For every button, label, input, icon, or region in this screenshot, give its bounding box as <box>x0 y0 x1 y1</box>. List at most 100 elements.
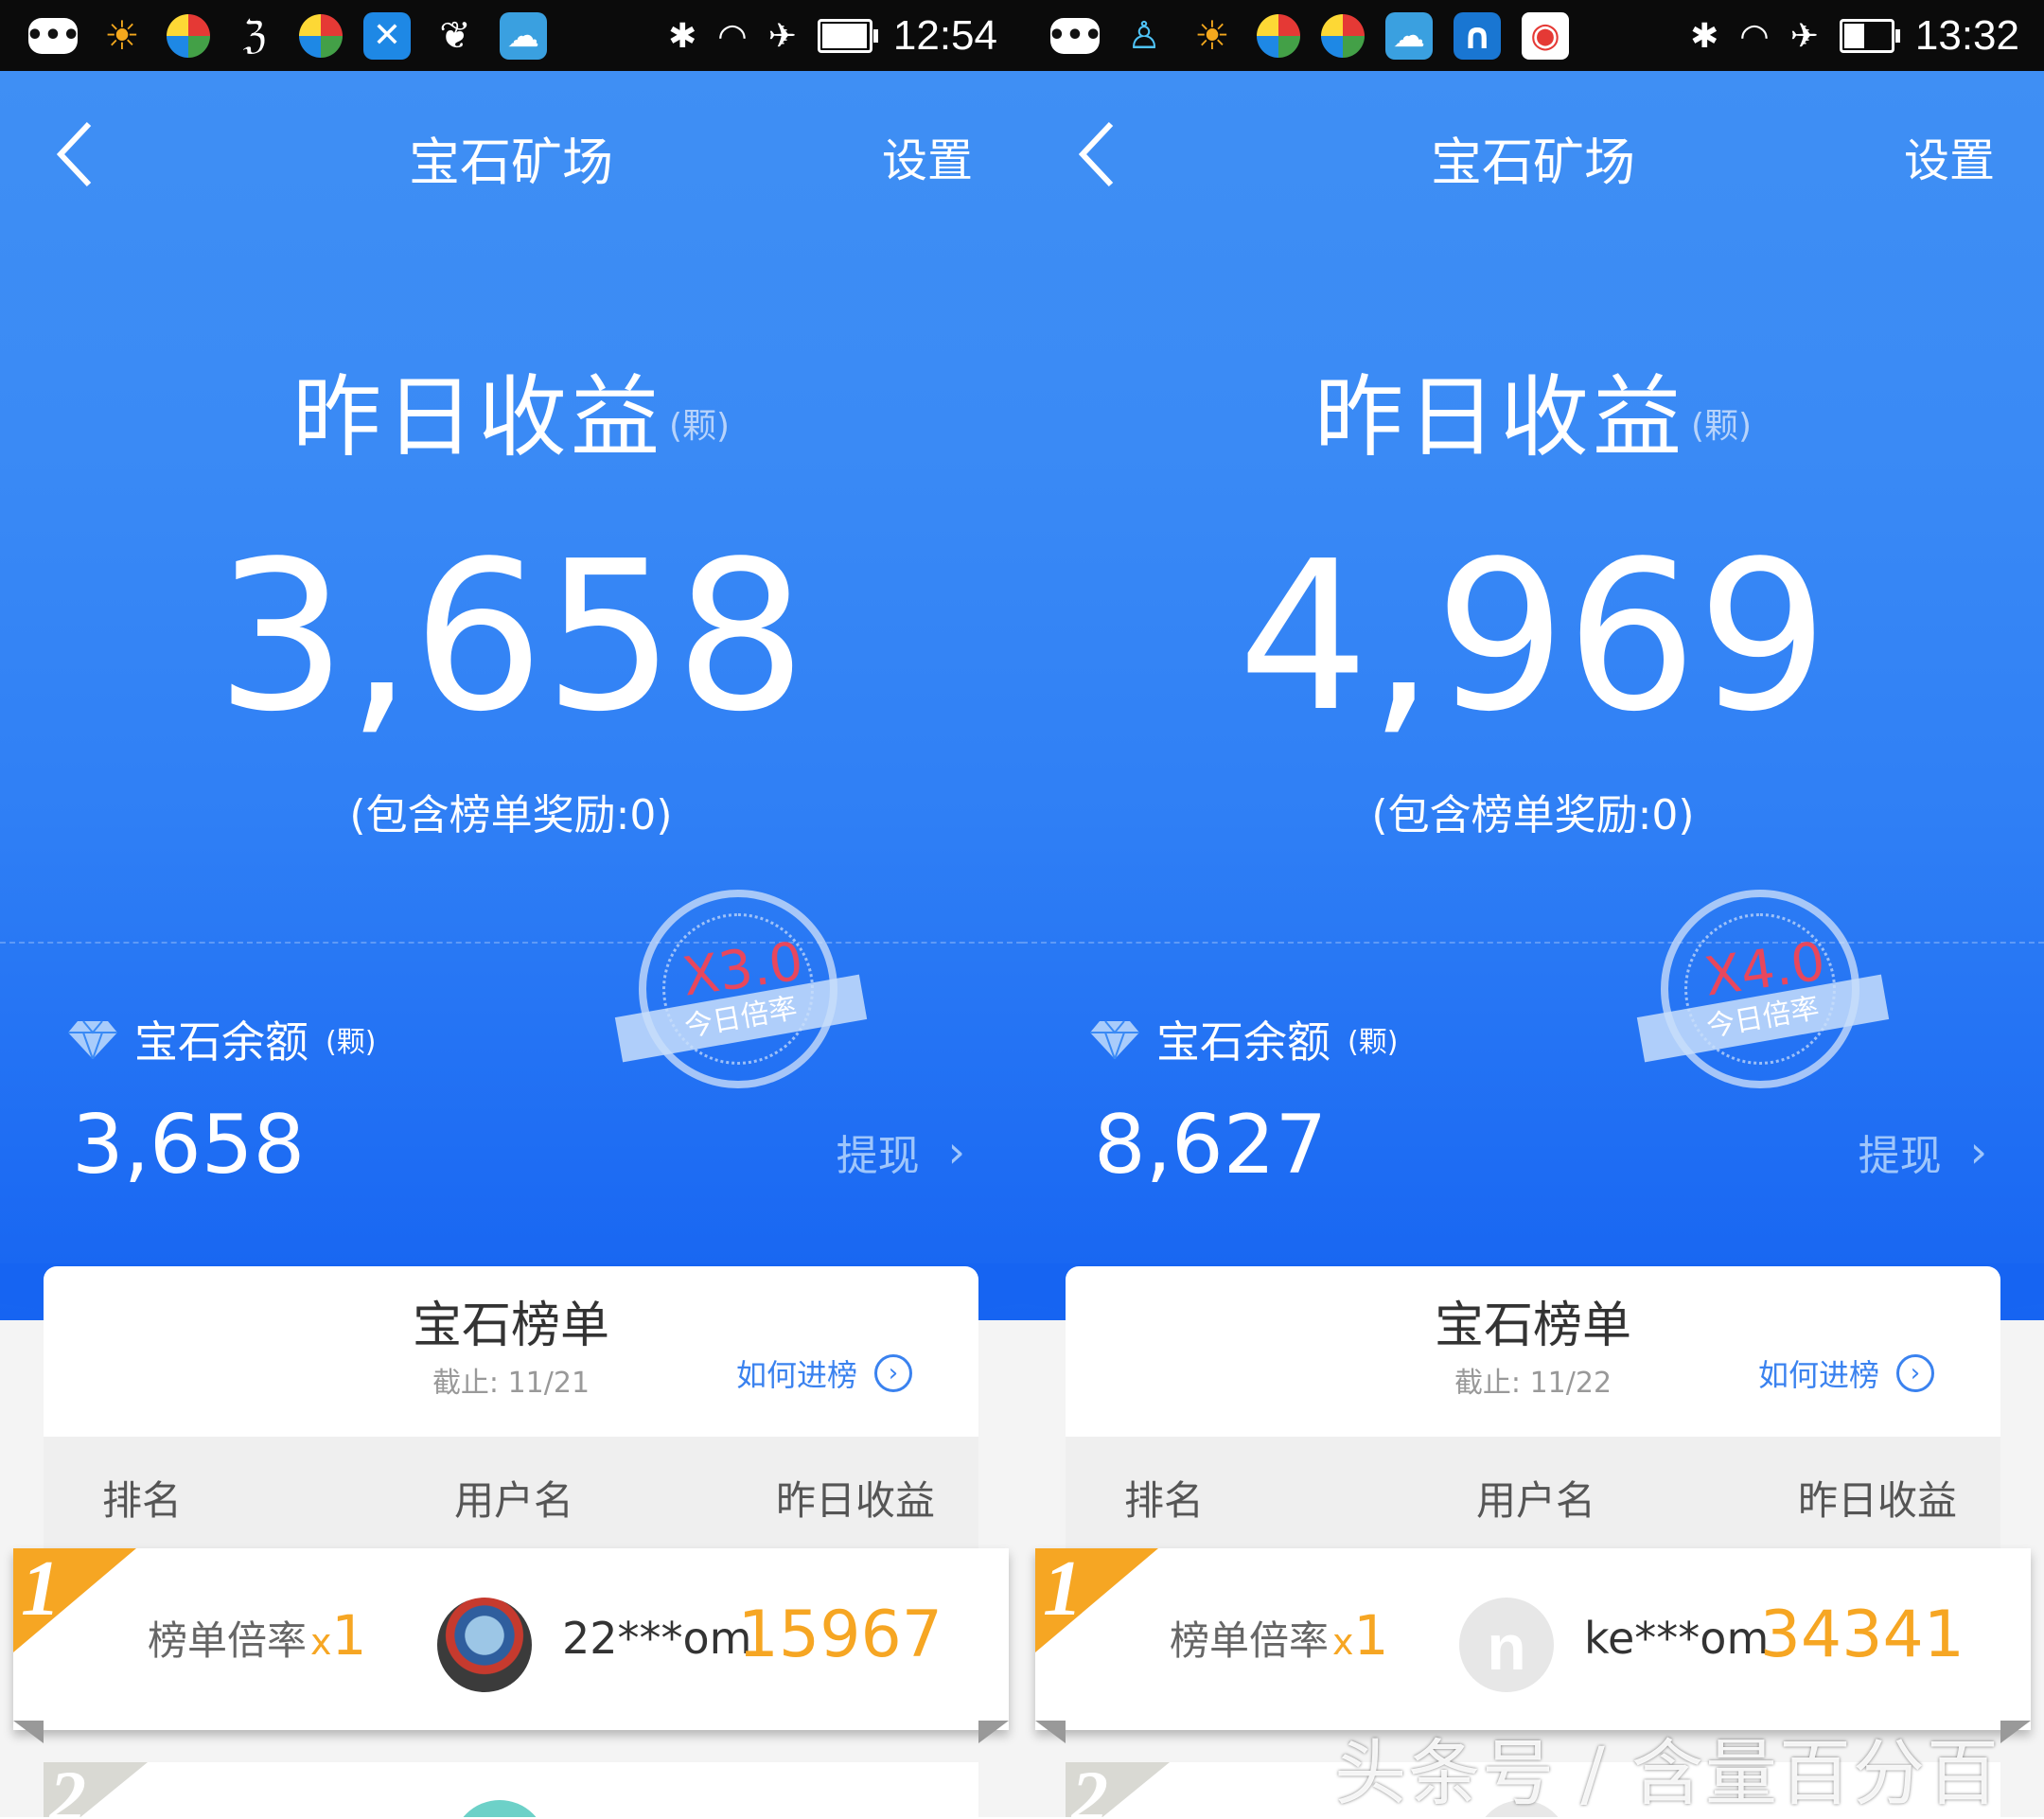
withdraw-label: 提现 <box>1858 1132 1942 1180</box>
settings-button[interactable]: 设置 <box>882 123 973 189</box>
circle-chevron-icon: › <box>874 1354 912 1392</box>
settings-button[interactable]: 设置 <box>1904 123 1995 189</box>
how-to-rank-link[interactable]: 如何进榜 › <box>1758 1351 1934 1395</box>
battery-icon <box>1839 19 1900 53</box>
battery-icon <box>817 19 878 53</box>
username: ke***om <box>1584 1613 1770 1664</box>
gem-balance-label: 宝石余额 (颗) <box>68 1008 376 1070</box>
rank-number: 1 <box>21 1545 61 1633</box>
colorful-app-icon <box>1321 14 1365 58</box>
column-rank: 排名 <box>102 1477 183 1524</box>
yesterday-earnings-title: 昨日收益 (颗) <box>0 345 1022 474</box>
diamond-icon <box>1090 1020 1139 1059</box>
yesterday-earnings-value: 4,969 <box>1237 518 1829 757</box>
multiplier-x: x <box>310 1621 332 1663</box>
airplane-icon: ✈ <box>767 16 797 56</box>
ribbon-fold <box>1035 1721 1066 1743</box>
earnings-score: 15967 <box>737 1598 943 1672</box>
status-time: 12:54 <box>892 12 997 59</box>
page-title: 宝石矿场 <box>1431 132 1635 192</box>
table-row[interactable]: 1 榜单倍率 x1 n ke***om 34341 <box>1035 1545 2031 1730</box>
gem-balance-value: 3,658 <box>72 1098 306 1192</box>
gem-balance-text: 宝石余额 <box>134 1016 308 1068</box>
ranking-multiplier-label: 榜单倍率 <box>1170 1617 1330 1664</box>
earnings-hero: 宝石矿场 设置 昨日收益 (颗) 3,658 (包含榜单奖励:0) X3.0 今日… <box>0 71 1022 1320</box>
status-time: 13:32 <box>1914 12 2019 59</box>
avatar-letter: n <box>1487 1612 1526 1684</box>
wifi-icon: ◠ <box>1739 16 1770 56</box>
column-rank: 排名 <box>1124 1477 1205 1524</box>
ribbon-fold <box>2000 1721 2031 1743</box>
today-multiplier-stamp: X4.0 今日倍率 <box>1636 880 1890 1117</box>
colorful-app-icon <box>1257 14 1300 58</box>
gem-leaderboard-card: 宝石榜单 截止: 11/21 如何进榜 › <box>44 1266 978 1437</box>
yesterday-earnings-label: 昨日收益 <box>291 366 663 469</box>
weather-sun-icon: ☀ <box>1194 12 1230 59</box>
multiplier-x: x <box>1332 1621 1354 1663</box>
x-app-icon: ✕ <box>363 12 411 60</box>
bluetooth-icon: ✱ <box>668 16 697 56</box>
chevron-right-icon: › <box>1969 1126 1987 1177</box>
gem-balance-text: 宝石余额 <box>1156 1016 1330 1068</box>
app-icon <box>299 14 343 58</box>
unit-label: (颗) <box>668 407 731 447</box>
withdraw-button[interactable]: 提现 › <box>1859 1121 1987 1182</box>
message-icon: ••• <box>1048 18 1102 54</box>
page-title: 宝石矿场 <box>409 132 613 192</box>
bluetooth-icon: ✱ <box>1690 16 1719 56</box>
earnings-score: 34341 <box>1759 1598 1965 1672</box>
today-multiplier-stamp: X3.0 今日倍率 <box>614 880 868 1117</box>
ranking-multiplier-label: 榜单倍率 <box>148 1617 308 1664</box>
multiplier-number: 1 <box>1353 1603 1389 1668</box>
screen-right: ••• ♙ ☀ ☁ ∩ ◉ ✱ ◠ ✈ 13:32 宝石矿场 设置 昨日收益 (颗… <box>1022 0 2044 1817</box>
ranking-multiplier: 榜单倍率 x1 <box>1170 1603 1388 1668</box>
bird-icon: ❦ <box>439 14 471 58</box>
circle-chevron-icon: › <box>1896 1354 1934 1392</box>
wifi-icon: ◠ <box>717 16 748 56</box>
divider <box>1022 942 2044 944</box>
table-row[interactable]: 2 <box>44 1756 978 1817</box>
yesterday-earnings-title: 昨日收益 (颗) <box>1022 345 2044 474</box>
leaderboard-header: 排名 用户名 昨日收益 <box>1066 1437 2000 1548</box>
multiplier-number: 1 <box>331 1603 367 1668</box>
message-icon: ••• <box>26 18 80 54</box>
cloud-app-icon: ☁ <box>500 12 547 60</box>
unit-label: (颗) <box>326 1026 377 1059</box>
rank-number: 2 <box>1071 1756 1108 1817</box>
avatar <box>437 1598 532 1692</box>
rank-number: 1 <box>1043 1545 1083 1633</box>
leaderboard-title: 宝石榜单 <box>412 1298 609 1354</box>
airplane-icon: ✈ <box>1789 16 1819 56</box>
unit-label: (颗) <box>1348 1026 1399 1059</box>
watermark: 头条号 / 含量百分百 <box>1334 1731 2000 1815</box>
avatar <box>452 1800 547 1817</box>
status-bar: ••• ♙ ☀ ☁ ∩ ◉ ✱ ◠ ✈ 13:32 <box>1022 0 2044 71</box>
ribbon-fold <box>978 1721 1009 1743</box>
cloud-app-icon: ☁ <box>1385 12 1433 60</box>
maps-icon: ◉ <box>1522 12 1569 60</box>
chevron-right-icon: › <box>947 1126 965 1177</box>
qq-icon: ♙ <box>1127 14 1161 58</box>
earnings-hero: 宝石矿场 设置 昨日收益 (颗) 4,969 (包含榜单奖励:0) X4.0 今日… <box>1022 71 2044 1320</box>
unit-label: (颗) <box>1690 407 1753 447</box>
app-icon: ℨ <box>242 14 267 58</box>
gem-leaderboard-card: 宝石榜单 截止: 11/22 如何进榜 › <box>1066 1266 2000 1437</box>
status-bar: ••• ☀ ℨ ✕ ❦ ☁ ✱ ◠ ✈ 12:54 <box>0 0 1022 71</box>
colorful-app-icon <box>167 14 210 58</box>
how-to-rank-link[interactable]: 如何进榜 › <box>736 1351 912 1395</box>
how-to-rank-label: 如何进榜 <box>1757 1357 1879 1393</box>
leaderboard-header: 排名 用户名 昨日收益 <box>44 1437 978 1548</box>
diamond-icon <box>68 1020 117 1059</box>
withdraw-label: 提现 <box>836 1132 920 1180</box>
table-row[interactable]: 1 榜单倍率 x1 22***om 15967 <box>13 1545 1009 1730</box>
column-yesterday-earnings: 昨日收益 <box>776 1477 936 1524</box>
yesterday-earnings-label: 昨日收益 <box>1313 366 1685 469</box>
column-yesterday-earnings: 昨日收益 <box>1798 1477 1958 1524</box>
screen-left: ••• ☀ ℨ ✕ ❦ ☁ ✱ ◠ ✈ 12:54 宝石矿场 设置 昨日收益 (颗… <box>0 0 1022 1817</box>
weather-sun-icon: ☀ <box>104 12 140 59</box>
avatar: n <box>1459 1598 1554 1692</box>
ribbon-fold <box>13 1721 44 1743</box>
n-app-icon: ∩ <box>1454 12 1501 60</box>
withdraw-button[interactable]: 提现 › <box>837 1121 965 1182</box>
divider <box>0 942 1022 944</box>
